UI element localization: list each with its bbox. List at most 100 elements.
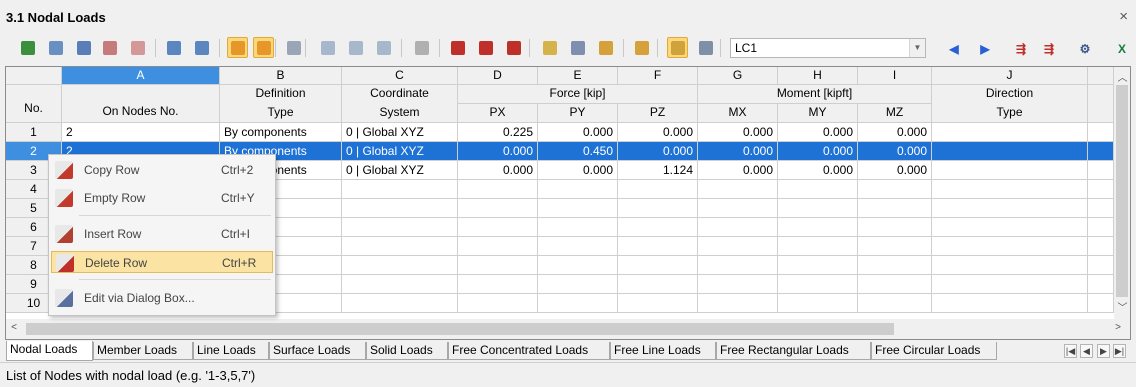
- column-header-c[interactable]: C: [342, 67, 458, 85]
- table-cell[interactable]: [932, 161, 1088, 180]
- diagram-button[interactable]: [127, 37, 148, 58]
- table-cell[interactable]: [778, 294, 858, 313]
- column-header-b[interactable]: B: [220, 67, 342, 85]
- tab-member-loads[interactable]: Member Loads: [93, 342, 193, 360]
- table-cell[interactable]: [538, 256, 618, 275]
- delete-column-button[interactable]: [447, 37, 468, 58]
- export-button[interactable]: [191, 37, 212, 58]
- scroll-down-icon[interactable]: ﹀: [1114, 299, 1130, 314]
- table-cell[interactable]: [698, 256, 778, 275]
- table-cell[interactable]: [858, 180, 932, 199]
- table-cell[interactable]: [858, 294, 932, 313]
- table-cell[interactable]: [538, 218, 618, 237]
- tab-free-line-loads[interactable]: Free Line Loads: [610, 342, 716, 360]
- table-cell[interactable]: 0.000: [778, 123, 858, 142]
- table-cell[interactable]: [618, 199, 698, 218]
- table-cell[interactable]: [538, 275, 618, 294]
- table-cell[interactable]: [858, 218, 932, 237]
- load-button[interactable]: [631, 37, 652, 58]
- tab-surface-loads[interactable]: Surface Loads: [269, 342, 366, 360]
- insert-button[interactable]: [45, 37, 66, 58]
- row-number[interactable]: 1: [6, 123, 62, 142]
- tab-solid-loads[interactable]: Solid Loads: [366, 342, 448, 360]
- table-cell[interactable]: [932, 142, 1088, 161]
- table-cell[interactable]: 0.000: [618, 123, 698, 142]
- table-cell[interactable]: [778, 237, 858, 256]
- table-cell[interactable]: 0.000: [698, 161, 778, 180]
- import-table-icon[interactable]: ⇶: [1040, 40, 1058, 58]
- table-cell[interactable]: 1.124: [618, 161, 698, 180]
- horizontal-scrollbar[interactable]: < >: [6, 319, 1130, 339]
- table-cell[interactable]: [932, 256, 1088, 275]
- table-cell[interactable]: 0.000: [778, 142, 858, 161]
- refresh-button[interactable]: [283, 37, 304, 58]
- table-cell[interactable]: [698, 237, 778, 256]
- table-cell[interactable]: [458, 294, 538, 313]
- table-cell[interactable]: 0.450: [538, 142, 618, 161]
- menu-item-insert-row[interactable]: Insert Row Ctrl+I: [51, 223, 273, 245]
- table-cell[interactable]: [342, 180, 458, 199]
- table-cell[interactable]: 2: [62, 123, 220, 142]
- table-cell[interactable]: [932, 275, 1088, 294]
- table-cell[interactable]: [342, 294, 458, 313]
- edit-button[interactable]: [595, 37, 616, 58]
- menu-item-delete-row[interactable]: Delete Row Ctrl+R: [51, 251, 273, 273]
- close-icon[interactable]: ×: [1119, 8, 1128, 25]
- table-cell[interactable]: [698, 218, 778, 237]
- column-header-h[interactable]: H: [778, 67, 858, 85]
- delete-column-right-button[interactable]: [503, 37, 524, 58]
- excel-icon[interactable]: X: [1113, 40, 1131, 58]
- table-cell[interactable]: [778, 275, 858, 294]
- table-cell[interactable]: 0.000: [538, 161, 618, 180]
- column-header-j[interactable]: J: [932, 67, 1088, 85]
- next-icon[interactable]: ▶: [976, 40, 994, 58]
- table-cell[interactable]: 0.000: [458, 161, 538, 180]
- table-cell[interactable]: [458, 237, 538, 256]
- column-header-f[interactable]: F: [618, 67, 698, 85]
- tab-last-icon[interactable]: ▶|: [1113, 344, 1126, 358]
- table-cell[interactable]: [342, 256, 458, 275]
- table-cell[interactable]: [342, 218, 458, 237]
- table-cell[interactable]: 0.000: [858, 142, 932, 161]
- table-cell[interactable]: [618, 256, 698, 275]
- filter-button[interactable]: [73, 37, 94, 58]
- vertical-scrollbar[interactable]: ︿ ﹀: [1114, 67, 1130, 321]
- table-cell[interactable]: [932, 294, 1088, 313]
- table-cell[interactable]: [458, 218, 538, 237]
- menu-item-empty-row[interactable]: Empty Row Ctrl+Y: [51, 187, 273, 209]
- table-cell[interactable]: 0.225: [458, 123, 538, 142]
- table-cell[interactable]: [538, 237, 618, 256]
- table-cell[interactable]: [858, 237, 932, 256]
- table-cell[interactable]: [778, 180, 858, 199]
- table-cell[interactable]: [778, 256, 858, 275]
- insert-column-button[interactable]: [475, 37, 496, 58]
- menu-item-edit-via-dialog-box[interactable]: Edit via Dialog Box...: [51, 287, 273, 309]
- table-cell[interactable]: [618, 294, 698, 313]
- table-cell[interactable]: [858, 256, 932, 275]
- table-view-button[interactable]: [567, 37, 588, 58]
- table-cell[interactable]: [458, 199, 538, 218]
- load-case-select[interactable]: LC1 ▼: [730, 38, 926, 58]
- column-header-e[interactable]: E: [538, 67, 618, 85]
- table-cell[interactable]: [458, 275, 538, 294]
- table-cell[interactable]: [858, 199, 932, 218]
- table-cell[interactable]: [458, 256, 538, 275]
- table-button[interactable]: [539, 37, 560, 58]
- table-cell[interactable]: [932, 123, 1088, 142]
- table-cell[interactable]: [932, 180, 1088, 199]
- table-cell[interactable]: [618, 275, 698, 294]
- select-button[interactable]: [17, 37, 38, 58]
- table-cell[interactable]: [698, 275, 778, 294]
- select-tool-button[interactable]: [667, 37, 688, 58]
- table-cell[interactable]: 0.000: [618, 142, 698, 161]
- table-cell[interactable]: [932, 237, 1088, 256]
- tab-prev-icon[interactable]: ◀: [1080, 344, 1093, 358]
- table-cell[interactable]: 0.000: [538, 123, 618, 142]
- table-cell[interactable]: [538, 180, 618, 199]
- column-header-d[interactable]: D: [458, 67, 538, 85]
- table-cell[interactable]: [342, 199, 458, 218]
- table-cell[interactable]: 0 | Global XYZ: [342, 123, 458, 142]
- table-cell[interactable]: [698, 199, 778, 218]
- view-button[interactable]: [317, 37, 338, 58]
- prev-icon[interactable]: ◀: [945, 40, 963, 58]
